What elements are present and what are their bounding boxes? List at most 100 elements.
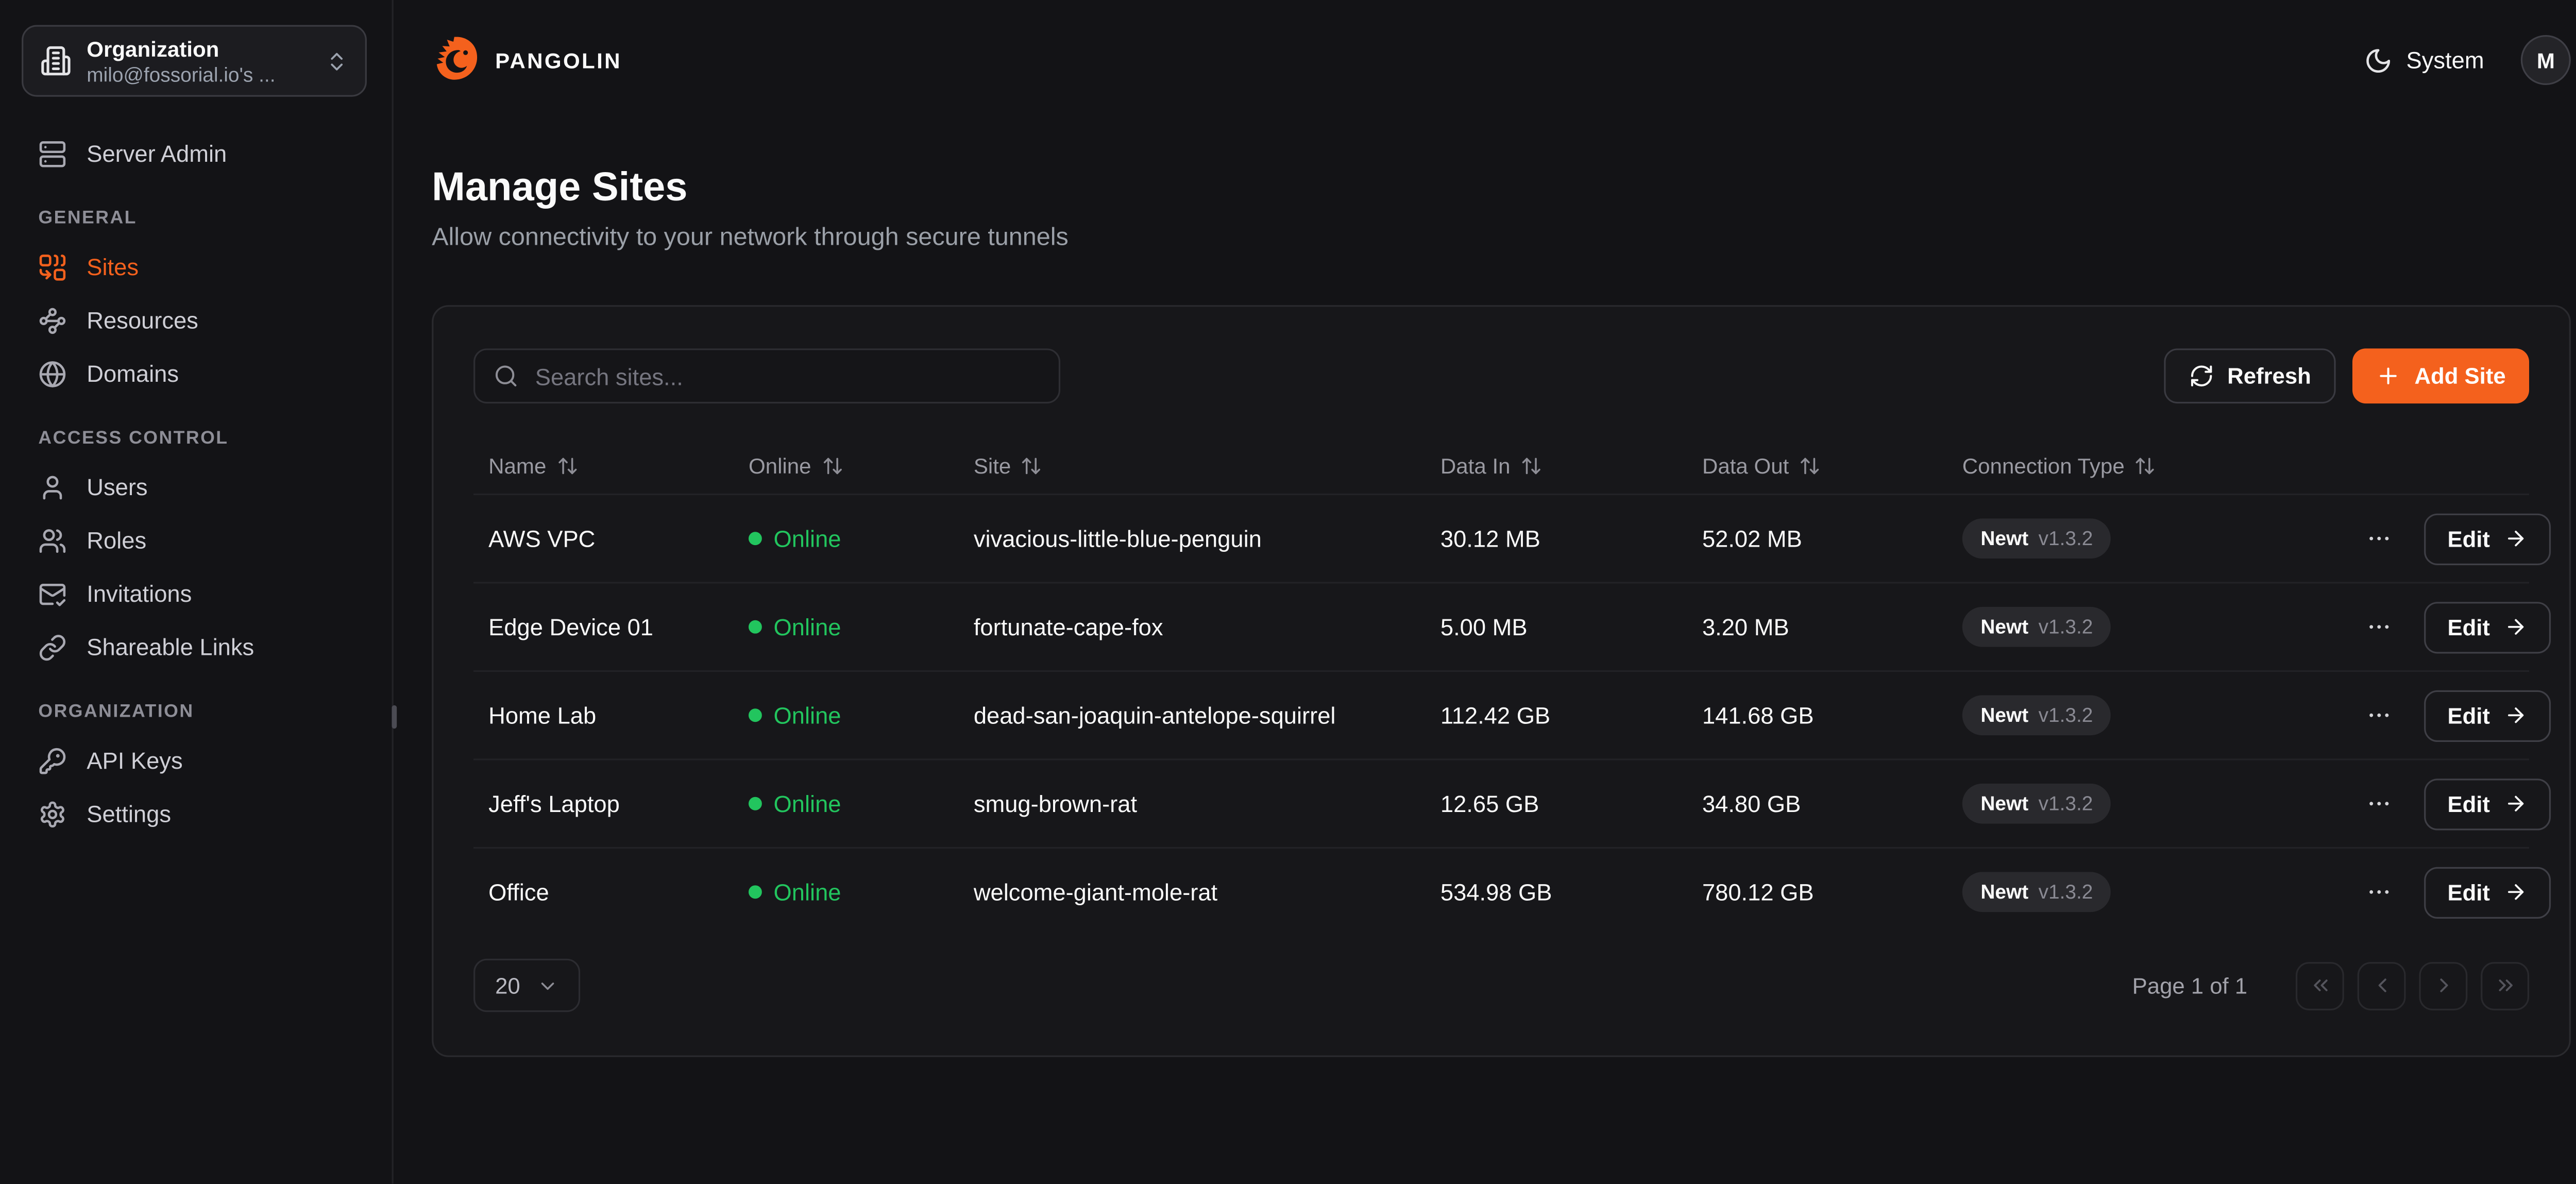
sidebar-item-roles[interactable]: Roles: [22, 514, 370, 567]
brand-name: PANGOLIN: [495, 47, 622, 73]
column-header-connection-type[interactable]: Connection Type: [1962, 453, 2363, 478]
data-in-value: 534.98 GB: [1440, 878, 1702, 905]
row-menu-button[interactable]: [2362, 522, 2396, 555]
refresh-button[interactable]: Refresh: [2164, 348, 2336, 403]
edit-button[interactable]: Edit: [2424, 689, 2550, 741]
column-header-online[interactable]: Online: [749, 453, 974, 478]
sidebar-item-domains[interactable]: Domains: [22, 347, 370, 400]
theme-toggle[interactable]: System: [2365, 46, 2484, 74]
sort-icon: [2134, 454, 2156, 476]
sidebar-section-organization: ORGANIZATION: [22, 702, 370, 722]
sidebar-item-label: Invitations: [87, 580, 192, 607]
edit-button[interactable]: Edit: [2424, 778, 2550, 830]
waypoints-icon: [38, 306, 66, 334]
page-subtitle: Allow connectivity to your network throu…: [432, 224, 2571, 252]
theme-label: System: [2406, 47, 2484, 74]
add-site-button[interactable]: Add Site: [2353, 348, 2529, 403]
card-toolbar: Refresh Add Site: [473, 348, 2529, 403]
sort-icon: [1799, 454, 1821, 476]
connection-type-badge: Newtv1.3.2: [1962, 518, 2111, 559]
arrow-right-icon: [2503, 704, 2527, 727]
column-header-data-out[interactable]: Data Out: [1702, 453, 1962, 478]
sidebar-item-label: API Keys: [87, 747, 182, 774]
data-out-value: 3.20 MB: [1702, 614, 1962, 640]
sidebar-item-api-keys[interactable]: API Keys: [22, 734, 370, 787]
row-menu-button[interactable]: [2362, 787, 2396, 820]
sidebar-item-label: Server Admin: [87, 140, 227, 167]
sidebar-item-label: Roles: [87, 527, 146, 554]
table-row: AWS VPC Online vivacious-little-blue-pen…: [473, 494, 2529, 582]
sidebar-section-access-control: ACCESS CONTROL: [22, 429, 370, 449]
online-dot-icon: [749, 797, 762, 810]
chevron-left-icon: [2370, 974, 2393, 997]
page-size-value: 20: [495, 973, 520, 998]
sidebar-item-settings[interactable]: Settings: [22, 787, 370, 840]
row-menu-button[interactable]: [2362, 875, 2396, 909]
last-page-button[interactable]: [2481, 961, 2529, 1010]
edit-button[interactable]: Edit: [2424, 601, 2550, 653]
column-header-site[interactable]: Site: [974, 453, 1440, 478]
pager: [2296, 961, 2529, 1010]
sidebar-section-general: GENERAL: [22, 209, 370, 229]
sidebar-item-label: Resources: [87, 307, 198, 333]
search-icon: [494, 363, 519, 388]
column-header-name[interactable]: Name: [488, 453, 749, 478]
status-badge: Online: [749, 790, 974, 817]
moon-icon: [2365, 46, 2393, 74]
sidebar-item-sites[interactable]: Sites: [22, 240, 370, 294]
brand-home-link[interactable]: PANGOLIN: [432, 35, 622, 85]
sidebar-item-users[interactable]: Users: [22, 460, 370, 514]
data-in-value: 112.42 GB: [1440, 702, 1702, 729]
row-menu-button[interactable]: [2362, 610, 2396, 644]
edit-button[interactable]: Edit: [2424, 866, 2550, 918]
avatar[interactable]: M: [2521, 35, 2571, 85]
site-tunnel-name: vivacious-little-blue-penguin: [974, 525, 1440, 552]
user-icon: [38, 472, 66, 501]
page-size-select[interactable]: 20: [473, 959, 580, 1012]
row-menu-button[interactable]: [2362, 699, 2396, 732]
sidebar-item-invitations[interactable]: Invitations: [22, 567, 370, 620]
data-out-value: 34.80 GB: [1702, 790, 1962, 817]
site-name: Edge Device 01: [488, 614, 749, 640]
table-row: Home Lab Online dead-san-joaquin-antelop…: [473, 670, 2529, 759]
org-selector[interactable]: Organization milo@fossorial.io's ...: [22, 25, 367, 97]
chevrons-left-icon: [2308, 974, 2331, 997]
search-box: [473, 348, 1060, 403]
table-row: Edge Device 01 Online fortunate-cape-fox…: [473, 582, 2529, 670]
app-stage: Organization milo@fossorial.io's ... Ser…: [0, 0, 2576, 1184]
page-status: Page 1 of 1: [2132, 973, 2247, 998]
arrow-right-icon: [2503, 792, 2527, 815]
arrow-right-icon: [2503, 527, 2527, 550]
sidebar-item-label: Settings: [87, 800, 171, 827]
data-in-value: 5.00 MB: [1440, 614, 1702, 640]
sort-icon: [556, 454, 578, 476]
mail-check-icon: [38, 580, 66, 608]
status-badge: Online: [749, 878, 974, 905]
server-icon: [38, 139, 66, 167]
next-page-button[interactable]: [2419, 961, 2467, 1010]
arrow-right-icon: [2503, 881, 2527, 904]
search-input[interactable]: [532, 361, 1040, 391]
column-header-data-in[interactable]: Data In: [1440, 453, 1702, 478]
sidebar-item-shareable-links[interactable]: Shareable Links: [22, 620, 370, 674]
sidebar-item-server-admin[interactable]: Server Admin: [22, 127, 370, 180]
site-name: Office: [488, 878, 749, 905]
sidebar: Organization milo@fossorial.io's ... Ser…: [0, 0, 394, 1184]
sidebar-item-resources[interactable]: Resources: [22, 294, 370, 347]
table-row: Jeff's Laptop Online smug-brown-rat 12.6…: [473, 758, 2529, 847]
plus-icon: [2376, 363, 2401, 388]
sidebar-resize-handle[interactable]: [392, 705, 397, 729]
site-name: AWS VPC: [488, 525, 749, 552]
edit-button[interactable]: Edit: [2424, 513, 2550, 564]
page-title: Manage Sites: [432, 163, 2571, 213]
first-page-button[interactable]: [2296, 961, 2344, 1010]
status-badge: Online: [749, 702, 974, 729]
prev-page-button[interactable]: [2358, 961, 2406, 1010]
sites-table: Name Online Site Data In Data Out Connec…: [473, 437, 2529, 936]
status-badge: Online: [749, 614, 974, 640]
chevron-right-icon: [2432, 974, 2455, 997]
site-tunnel-name: welcome-giant-mole-rat: [974, 878, 1440, 905]
connection-type-badge: Newtv1.3.2: [1962, 784, 2111, 824]
pangolin-logo-icon: [432, 35, 482, 85]
site-tunnel-name: fortunate-cape-fox: [974, 614, 1440, 640]
